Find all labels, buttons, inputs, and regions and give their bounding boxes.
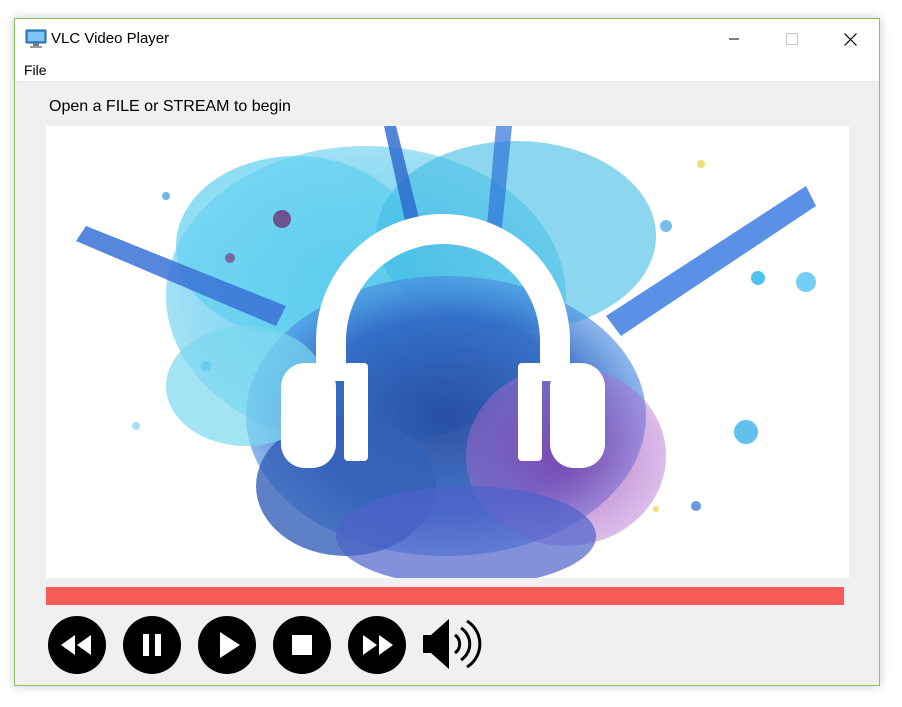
play-button[interactable]	[198, 616, 256, 674]
maximize-button[interactable]	[763, 19, 821, 59]
window-title: VLC Video Player	[51, 30, 170, 47]
close-icon	[843, 32, 857, 46]
stop-icon	[273, 616, 331, 674]
headphones-splash-artwork	[76, 126, 816, 578]
monitor-icon	[25, 29, 47, 48]
play-icon	[198, 616, 256, 674]
speaker-icon	[423, 619, 482, 669]
video-display[interactable]	[46, 126, 849, 578]
fast-forward-icon	[348, 616, 406, 674]
paint-splash	[76, 126, 816, 578]
close-button[interactable]	[821, 19, 879, 59]
rewind-icon	[48, 616, 106, 674]
menu-file[interactable]: File	[24, 62, 47, 78]
fast-forward-button[interactable]	[348, 616, 406, 674]
status-hint: Open a FILE or STREAM to begin	[49, 98, 291, 115]
minimize-icon	[729, 38, 739, 40]
minimize-button[interactable]	[705, 19, 763, 59]
volume-button[interactable]	[421, 615, 487, 673]
title-bar[interactable]: VLC Video Player	[15, 19, 879, 59]
rewind-button[interactable]	[48, 616, 106, 674]
app-window: VLC Video Player File Open a FILE or STR…	[14, 18, 880, 686]
pause-button[interactable]	[123, 616, 181, 674]
menu-bar: File	[15, 59, 879, 82]
progress-bar[interactable]	[46, 587, 844, 605]
stop-button[interactable]	[273, 616, 331, 674]
maximize-icon	[786, 33, 798, 45]
pause-icon	[123, 616, 181, 674]
